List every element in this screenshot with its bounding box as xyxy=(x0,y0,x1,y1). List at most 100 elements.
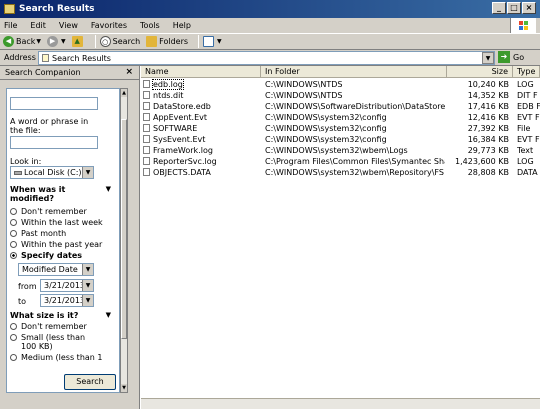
file-name-cell: ReporterSvc.log xyxy=(143,156,261,167)
column-header-type[interactable]: Type xyxy=(513,66,540,78)
word-phrase-input[interactable] xyxy=(10,136,98,149)
file-name-cell: FrameWork.log xyxy=(143,145,261,156)
go-button[interactable]: ➜ Go xyxy=(498,51,524,63)
column-header-size[interactable]: Size xyxy=(447,66,513,78)
toolbar: ◀ Back ▼ ▶ ▼ ▲ ○ Search Folders ▼ xyxy=(0,33,540,50)
table-row[interactable]: ntds.dit C:\WINDOWS\NTDS 14,352 KB DIT F xyxy=(141,90,540,101)
title-bar: Search Results _ □ × xyxy=(0,0,540,18)
size-cell: 29,773 KB xyxy=(467,146,509,155)
search-button[interactable]: ○ Search xyxy=(99,35,140,49)
from-label: from xyxy=(18,282,37,291)
close-pane-icon[interactable]: × xyxy=(125,67,133,77)
minimize-button[interactable]: _ xyxy=(492,2,506,14)
close-button[interactable]: × xyxy=(522,2,536,14)
column-header-folder[interactable]: In Folder xyxy=(261,66,447,78)
menu-tools[interactable]: Tools xyxy=(140,21,160,30)
maximize-button[interactable]: □ xyxy=(507,2,521,14)
search-submit-button[interactable]: Search xyxy=(64,374,116,390)
menu-help[interactable]: Help xyxy=(173,21,191,30)
radio-dont-remember[interactable]: Don't remember xyxy=(10,207,87,216)
folder-cell: C:\Program Files\Common Files\Symantec S… xyxy=(265,157,445,166)
date-type-select[interactable]: Modified Date ▼ xyxy=(18,263,94,276)
scroll-up-icon[interactable]: ▲ xyxy=(121,89,127,97)
file-name-cell: OBJECTS.DATA xyxy=(143,167,261,178)
horizontal-scrollbar[interactable] xyxy=(141,398,540,409)
radio-size-dont-remember[interactable]: Don't remember xyxy=(10,322,87,331)
file-icon xyxy=(143,102,150,110)
radio-icon xyxy=(10,323,17,330)
radio-icon xyxy=(10,334,17,341)
forward-arrow-icon: ▶ xyxy=(47,36,59,47)
collapse-chevron-icon[interactable]: ▼ xyxy=(106,185,111,193)
radio-specify-dates[interactable]: Specify dates xyxy=(10,251,82,260)
file-icon xyxy=(143,91,150,99)
up-folder-icon: ▲ xyxy=(71,36,83,47)
file-name-cell: SOFTWARE xyxy=(143,123,261,134)
table-row[interactable]: edb.log C:\WINDOWS\NTDS 10,240 KB LOG xyxy=(141,79,540,90)
folders-button[interactable]: Folders xyxy=(146,35,188,49)
pane-title: Search Companion xyxy=(5,68,81,77)
chevron-down-icon: ▼ xyxy=(82,295,93,306)
to-label: to xyxy=(18,297,27,306)
size-cell: 27,392 KB xyxy=(467,124,509,133)
scrollbar-thumb[interactable] xyxy=(121,119,127,339)
chevron-down-icon: ▼ xyxy=(36,38,42,45)
pane-scrollbar[interactable]: ▲ ▼ xyxy=(120,88,128,393)
views-button[interactable]: ▼ xyxy=(203,35,222,49)
table-row[interactable]: ReporterSvc.log C:\Program Files\Common F… xyxy=(141,156,540,167)
column-header-name[interactable]: Name xyxy=(141,66,261,78)
look-in-label: Look in: xyxy=(10,157,42,166)
menu-view[interactable]: View xyxy=(59,21,78,30)
folder-icon xyxy=(146,36,158,47)
radio-icon xyxy=(10,241,17,248)
type-cell: LOG xyxy=(517,157,534,166)
up-folder-button[interactable]: ▲ xyxy=(71,35,85,49)
collapse-chevron-icon[interactable]: ▼ xyxy=(106,311,111,319)
when-modified-heading: When was it modified? xyxy=(10,185,66,203)
search-results-icon xyxy=(42,54,49,62)
forward-button[interactable]: ▶ ▼ xyxy=(47,35,66,49)
address-dropdown-button[interactable]: ▼ xyxy=(482,52,494,64)
file-icon xyxy=(143,80,150,88)
radio-icon xyxy=(10,219,17,226)
type-cell: LOG xyxy=(517,80,534,89)
menu-edit[interactable]: Edit xyxy=(30,21,46,30)
radio-size-medium[interactable]: Medium (less than 1 xyxy=(10,353,103,362)
table-row[interactable]: DataStore.edb C:\WINDOWS\SoftwareDistribu… xyxy=(141,101,540,112)
radio-size-small[interactable]: Small (less than 100 KB) xyxy=(10,333,90,351)
radio-past-year[interactable]: Within the past year xyxy=(10,240,102,249)
back-button[interactable]: ◀ Back ▼ xyxy=(3,35,41,49)
search-folder-icon xyxy=(4,4,15,14)
from-date-picker[interactable]: 3/21/2013 ▼ xyxy=(40,279,94,292)
size-cell: 17,416 KB xyxy=(467,102,509,111)
radio-last-week[interactable]: Within the last week xyxy=(10,218,103,227)
menu-favorites[interactable]: Favorites xyxy=(91,21,127,30)
address-input[interactable]: Search Results ▼ xyxy=(38,51,495,65)
file-name-input[interactable] xyxy=(10,97,98,110)
radio-past-month[interactable]: Past month xyxy=(10,229,66,238)
table-row[interactable]: OBJECTS.DATA C:\WINDOWS\system32\wbem\Rep… xyxy=(141,167,540,178)
radio-icon xyxy=(10,230,17,237)
pane-header: Search Companion × xyxy=(0,66,139,80)
file-name-cell: DataStore.edb xyxy=(143,101,261,112)
word-phrase-label: A word or phrase in the file: xyxy=(10,117,89,135)
results-list: Name In Folder Size Type edb.log C:\WINDO… xyxy=(141,66,540,409)
type-cell: DIT F xyxy=(517,91,538,100)
to-date-picker[interactable]: 3/21/2013 ▼ xyxy=(40,294,94,307)
window-title: Search Results xyxy=(19,4,95,14)
radio-icon xyxy=(10,208,17,215)
table-row[interactable]: AppEvent.Evt C:\WINDOWS\system32\config 12… xyxy=(141,112,540,123)
file-icon xyxy=(143,113,150,121)
scroll-down-icon[interactable]: ▼ xyxy=(121,384,127,392)
table-row[interactable]: FrameWork.log C:\WINDOWS\system32\wbem\Lo… xyxy=(141,145,540,156)
table-row[interactable]: SysEvent.Evt C:\WINDOWS\system32\config 16… xyxy=(141,134,540,145)
file-icon xyxy=(143,135,150,143)
look-in-select[interactable]: Local Disk (C:) ▼ xyxy=(10,166,94,179)
table-row[interactable]: SOFTWARE C:\WINDOWS\system32\config 27,392… xyxy=(141,123,540,134)
menu-file[interactable]: File xyxy=(4,21,17,30)
chevron-down-icon: ▼ xyxy=(82,167,93,178)
back-arrow-icon: ◀ xyxy=(3,36,14,47)
chevron-down-icon: ▼ xyxy=(82,264,93,275)
toolbar-separator xyxy=(94,35,96,48)
size-cell: 1,423,600 KB xyxy=(455,157,509,166)
